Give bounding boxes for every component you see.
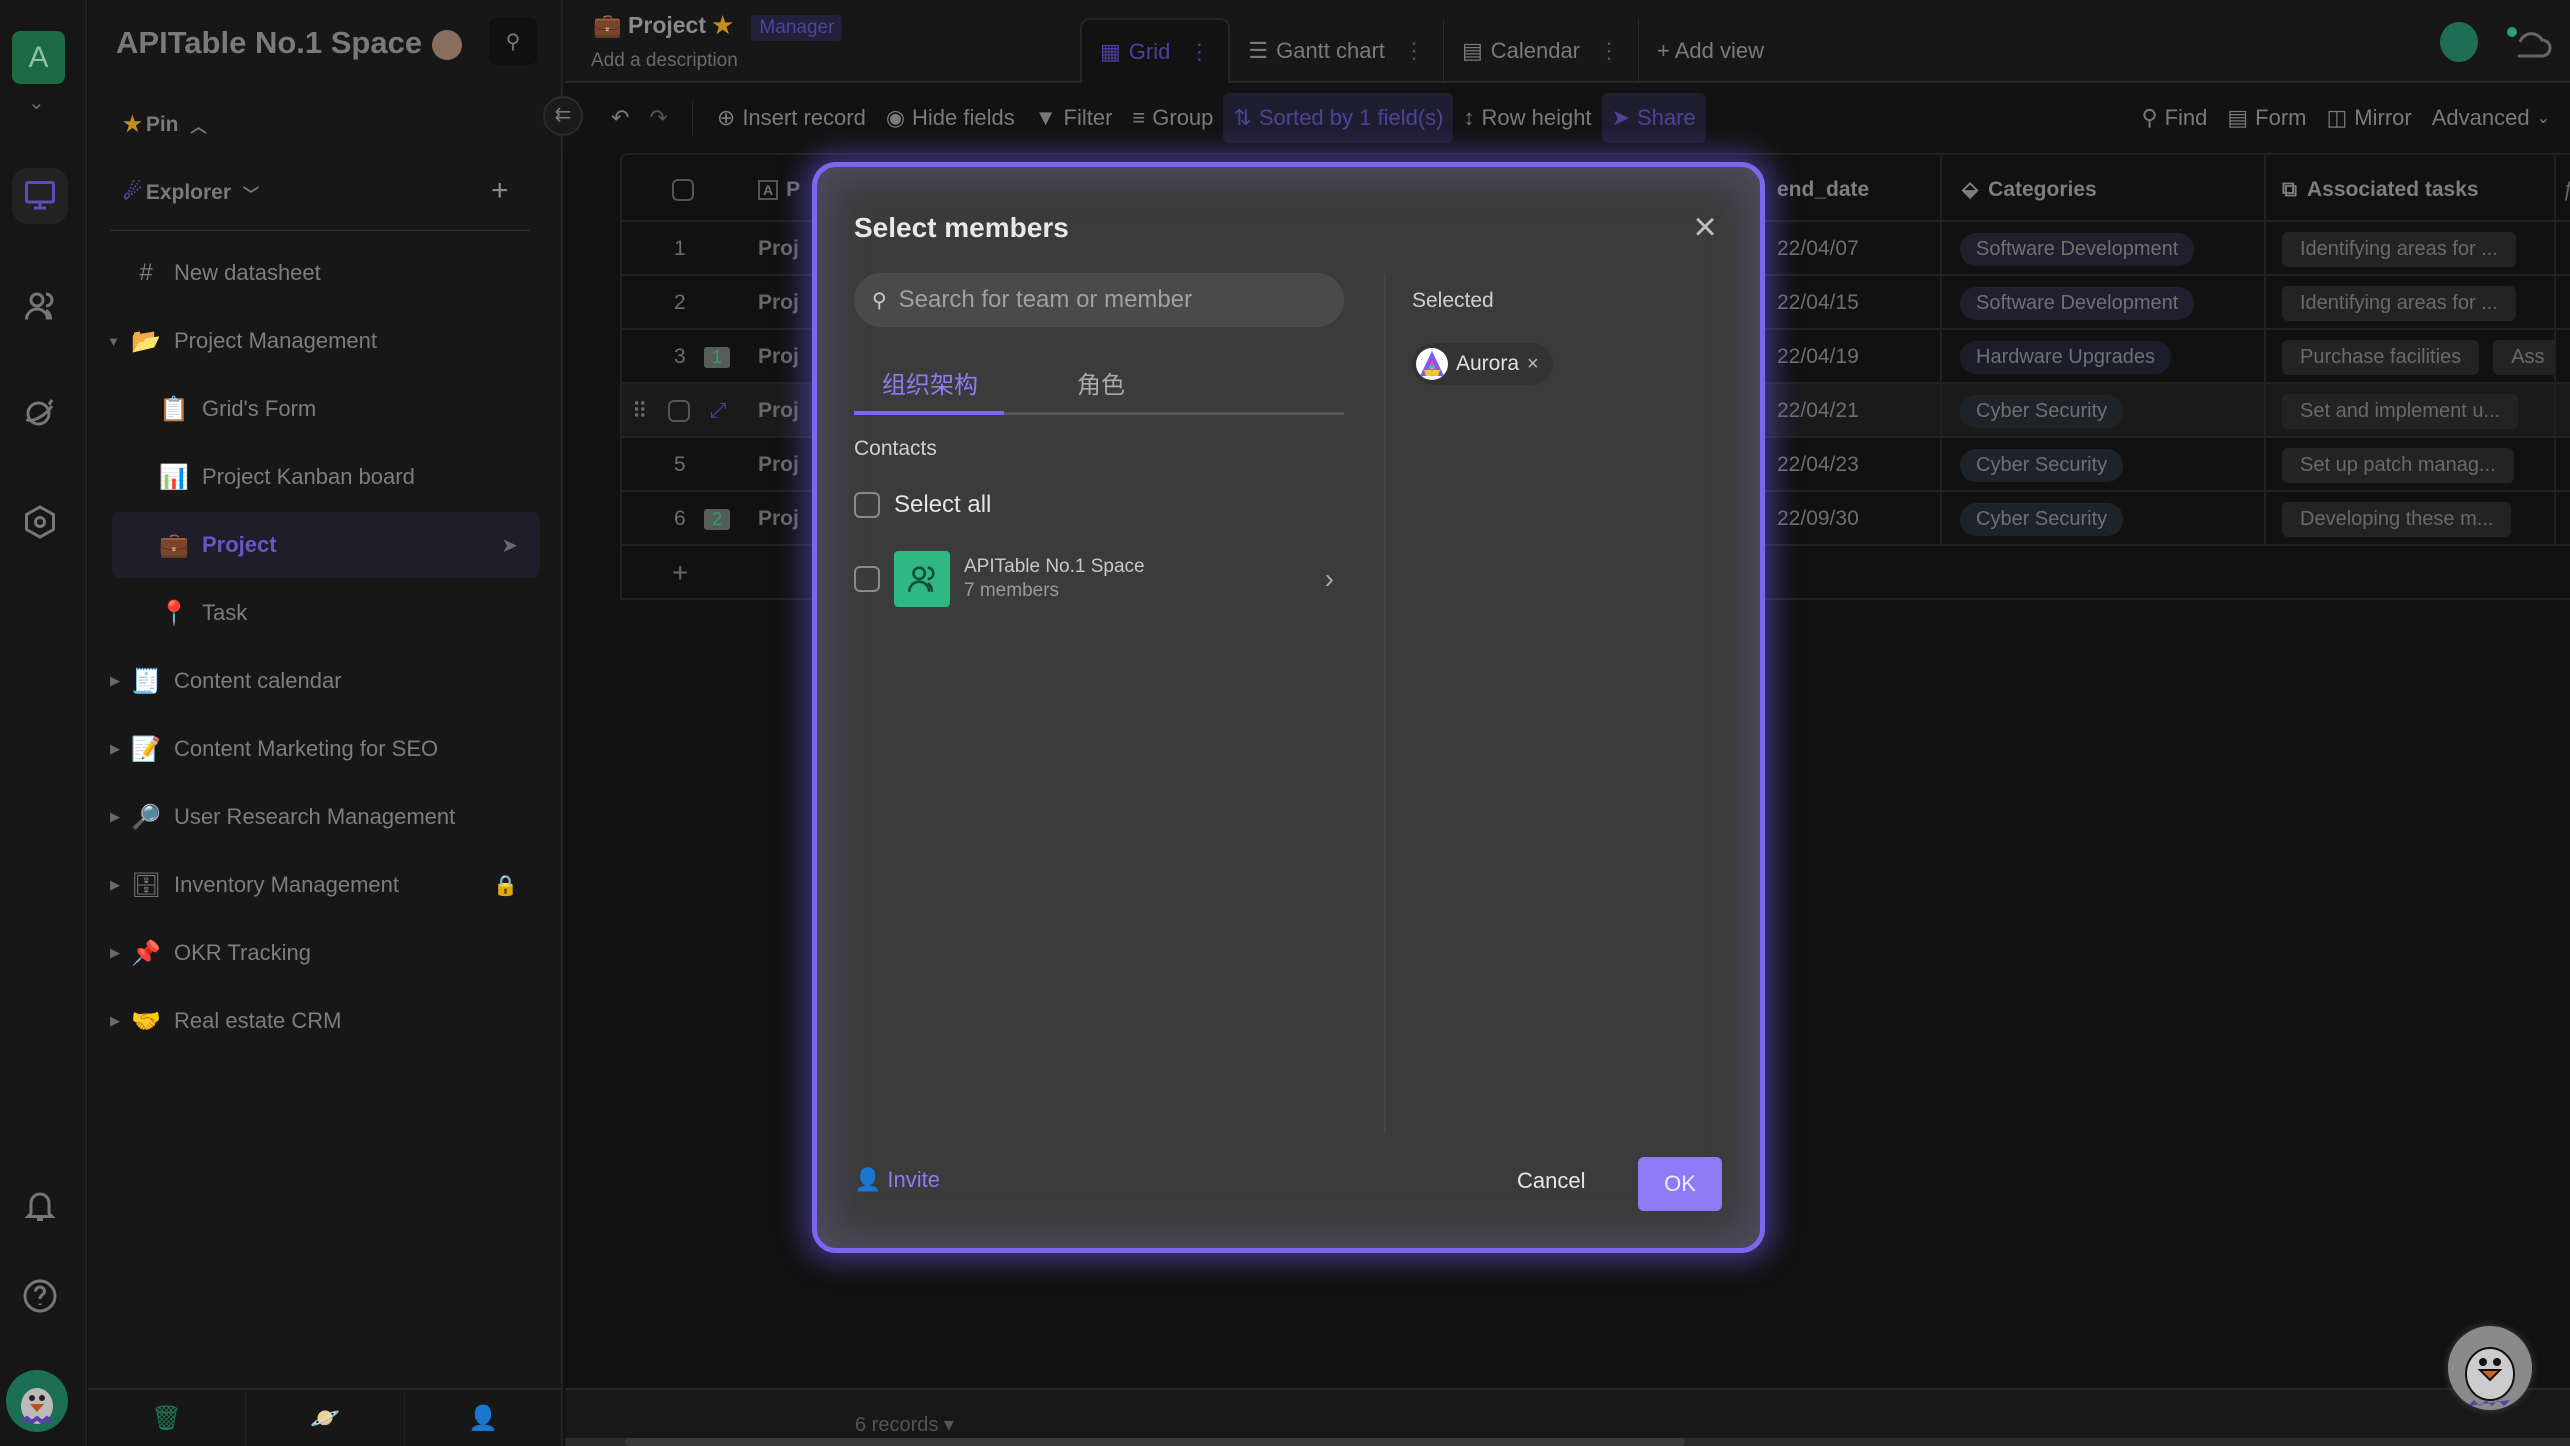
selected-member-chip: Aurora × — [1412, 343, 1553, 385]
member-search-field[interactable]: ⚲ — [854, 273, 1344, 327]
panel-divider — [1384, 273, 1386, 1133]
invite-user-icon: 👤 — [854, 1167, 882, 1192]
team-list-item[interactable]: APITable No.1 Space 7 members › — [854, 551, 1344, 607]
team-member-count: 7 members — [964, 580, 1060, 601]
tab-roles[interactable]: 角色 — [1077, 365, 1125, 400]
remove-member-icon[interactable]: × — [1527, 353, 1539, 376]
team-checkbox[interactable] — [854, 566, 880, 592]
active-tab-indicator — [854, 411, 1004, 415]
member-avatar — [1416, 348, 1448, 380]
member-source-tabs: 组织架构 角色 — [854, 347, 1344, 415]
search-icon: ⚲ — [872, 289, 887, 312]
invite-label: Invite — [887, 1167, 940, 1192]
tab-organization[interactable]: 组织架构 — [882, 365, 978, 400]
member-name: Aurora — [1456, 352, 1520, 375]
cancel-button[interactable]: Cancel — [1517, 1162, 1585, 1200]
team-icon — [894, 551, 950, 607]
team-name: APITable No.1 Space — [964, 556, 1145, 577]
contacts-label: Contacts — [854, 437, 937, 460]
select-all-option[interactable]: Select all — [854, 491, 991, 519]
collapse-sidebar-button[interactable]: ⇇ — [543, 96, 583, 136]
select-all-checkbox[interactable] — [854, 492, 880, 518]
member-search-input[interactable] — [898, 286, 1319, 314]
invite-button[interactable]: 👤 Invite — [854, 1167, 940, 1193]
selected-label: Selected — [1412, 289, 1494, 312]
select-members-dialog: Select members × ⚲ 组织架构 角色 Contacts Sele… — [812, 162, 1765, 1253]
ok-button[interactable]: OK — [1638, 1157, 1722, 1211]
select-all-label: Select all — [894, 491, 992, 518]
chevron-right-icon[interactable]: › — [1325, 563, 1334, 595]
close-icon[interactable]: × — [1687, 207, 1723, 247]
dialog-title: Select members — [854, 212, 1069, 243]
